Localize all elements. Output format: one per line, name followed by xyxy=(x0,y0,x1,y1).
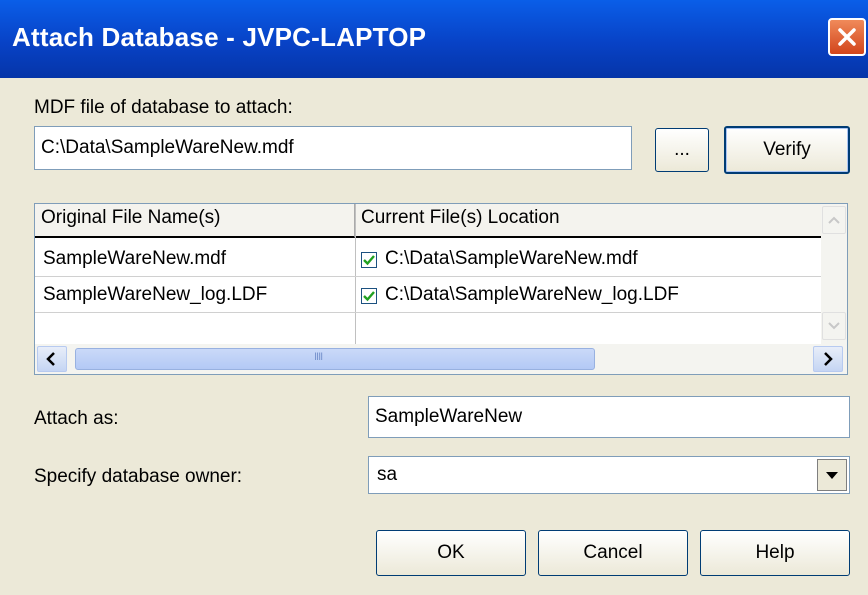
column-header-original[interactable]: Original File Name(s) xyxy=(35,204,355,238)
title-bar: Attach Database - JVPC-LAPTOP xyxy=(0,0,868,78)
cancel-button[interactable]: Cancel xyxy=(538,530,688,576)
row1-location[interactable]: C:\Data\SampleWareNew.mdf xyxy=(385,248,638,270)
mdf-path-input[interactable]: C:\Data\SampleWareNew.mdf xyxy=(34,126,632,170)
row1-checkbox[interactable] xyxy=(361,252,377,268)
files-grid: Original File Name(s) Current File(s) Lo… xyxy=(34,203,848,375)
attach-database-dialog: Attach Database - JVPC-LAPTOP MDF file o… xyxy=(0,0,868,595)
mdf-file-label: MDF file of database to attach: xyxy=(34,97,293,119)
row2-checkbox[interactable] xyxy=(361,288,377,304)
checkbox-checked-icon xyxy=(363,291,375,302)
close-icon xyxy=(838,28,856,46)
scroll-up-button[interactable] xyxy=(822,206,846,234)
scroll-down-button[interactable] xyxy=(822,312,846,340)
row-divider xyxy=(35,312,821,313)
row2-original: SampleWareNew_log.LDF xyxy=(43,284,268,305)
row2-location[interactable]: C:\Data\SampleWareNew_log.LDF xyxy=(385,284,679,306)
chevron-right-icon xyxy=(824,352,833,366)
vertical-scrollbar[interactable] xyxy=(821,204,847,344)
scroll-right-button[interactable] xyxy=(813,346,843,372)
ok-button[interactable]: OK xyxy=(376,530,526,576)
mdf-file-label-text: MDF file of database to attach: xyxy=(34,97,293,118)
chevron-down-icon xyxy=(826,472,838,479)
scroll-left-button[interactable] xyxy=(37,346,67,372)
window-title: Attach Database - JVPC-LAPTOP xyxy=(12,22,427,52)
help-button[interactable]: Help xyxy=(700,530,850,576)
scroll-thumb[interactable]: IIII xyxy=(75,348,595,370)
row1-original: SampleWareNew.mdf xyxy=(43,248,227,269)
horizontal-scrollbar[interactable]: IIII xyxy=(35,344,847,374)
attach-as-input[interactable]: SampleWareNew xyxy=(368,396,850,438)
scroll-grip: IIII xyxy=(314,351,323,363)
verify-button[interactable]: Verify xyxy=(724,126,850,174)
column-divider xyxy=(355,204,356,344)
column-header-location[interactable]: Current File(s) Location xyxy=(355,204,821,238)
close-button[interactable] xyxy=(828,18,866,56)
checkbox-checked-icon xyxy=(363,255,375,266)
chevron-up-icon xyxy=(828,216,840,224)
row-divider xyxy=(35,276,821,277)
browse-button[interactable]: ... xyxy=(655,128,709,172)
chevron-left-icon xyxy=(46,352,55,366)
chevron-down-icon xyxy=(828,322,840,330)
owner-dropdown-button[interactable] xyxy=(817,459,847,491)
owner-select[interactable]: sa xyxy=(368,456,850,494)
owner-select-value: sa xyxy=(377,464,398,485)
attach-as-label: Attach as: xyxy=(34,408,119,429)
owner-label: Specify database owner: xyxy=(34,466,243,487)
